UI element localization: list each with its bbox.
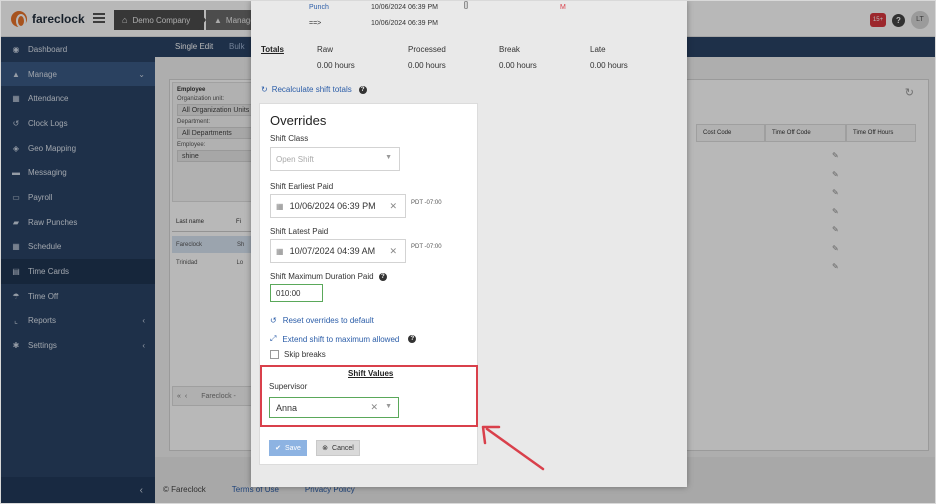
total-raw-value: 0.00 hours [317,61,355,70]
max-duration-label: Shift Maximum Duration Paid ? [270,272,387,281]
close-icon: ⊗ [322,445,329,452]
skip-breaks-label: Skip breaks [284,350,326,359]
refresh-icon: ↻ [261,85,268,94]
reset-overrides-label: Reset overrides to default [282,316,374,325]
chevron-down-icon: ▼ [385,154,392,161]
clear-icon[interactable]: ✕ [389,201,397,212]
extend-shift-label: Extend shift to maximum allowed [282,334,400,344]
earliest-paid-value: 10/06/2024 06:39 PM [289,201,376,211]
skip-breaks-checkbox[interactable] [270,350,279,359]
calendar-icon: ▦ [276,246,284,256]
total-break-label: Break [499,45,520,54]
punch-link[interactable]: Punch [309,4,329,11]
earliest-timezone: PDT -07:00 [411,200,442,206]
extend-shift-link[interactable]: ⤢ Extend shift to maximum allowed ? [270,334,417,344]
check-icon: ✔ [275,445,281,452]
reset-icon: ↺ [270,316,277,325]
latest-paid-label: Shift Latest Paid [270,227,329,236]
shift-class-label: Shift Class [270,134,309,143]
punch-marker: [] [464,2,468,9]
latest-timezone: PDT -07:00 [411,244,442,250]
reset-overrides-link[interactable]: ↺ Reset overrides to default [270,316,374,325]
punch-time-1: 10/06/2024 06:39 PM [371,4,438,11]
app-window: fareclock ⌂ Demo Company ▲ Manage 15+ ? … [0,0,936,504]
latest-paid-input[interactable]: ▦ 10/07/2024 04:39 AM ✕ [270,239,406,263]
total-late-label: Late [590,45,606,54]
total-break-value: 0.00 hours [499,61,537,70]
help-icon[interactable]: ? [358,85,367,94]
max-duration-input[interactable]: 010:00 [270,284,323,302]
shift-class-select[interactable]: Open Shift ▼ [270,147,400,171]
recalculate-label: Recalculate shift totals [271,85,352,94]
help-icon[interactable]: ? [408,335,417,343]
cancel-label: Cancel [332,444,354,452]
cancel-button[interactable]: ⊗ Cancel [316,440,360,456]
shift-class-placeholder: Open Shift [276,155,314,164]
calendar-icon: ▦ [276,201,284,211]
help-icon[interactable]: ? [378,272,387,281]
save-button[interactable]: ✔ Save [269,440,307,456]
skip-breaks-option[interactable]: Skip breaks [270,350,326,359]
latest-paid-value: 10/07/2024 04:39 AM [289,246,376,256]
total-late-value: 0.00 hours [590,61,628,70]
earliest-paid-input[interactable]: ▦ 10/06/2024 06:39 PM ✕ [270,194,406,218]
max-duration-label-text: Shift Maximum Duration Paid [270,272,374,281]
expand-icon: ⤢ [270,334,277,343]
punch-time-2: 10/06/2024 06:39 PM [371,20,438,27]
total-processed-value: 0.00 hours [408,61,446,70]
total-processed-label: Processed [408,45,446,54]
earliest-paid-label: Shift Earliest Paid [270,182,334,191]
save-label: Save [284,444,301,452]
punch-arrow: ==> [309,20,322,27]
punch-flag: M [560,4,566,11]
recalculate-link[interactable]: ↻ Recalculate shift totals ? [261,85,367,94]
clear-icon[interactable]: ✕ [389,246,397,257]
highlight-box [260,365,478,427]
totals-label: Totals [261,45,284,54]
annotation-arrow-icon [481,425,545,471]
total-raw-label: Raw [317,45,334,54]
overrides-title: Overrides [270,113,327,128]
